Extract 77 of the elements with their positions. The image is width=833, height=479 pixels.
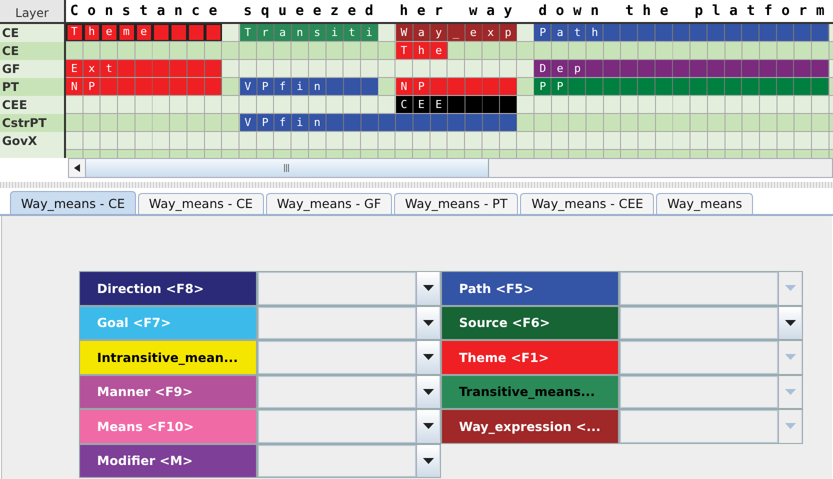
tab[interactable]: Way_means - GF [266, 193, 392, 214]
annotation-span[interactable]: T h e [396, 42, 448, 59]
role-value-field[interactable] [258, 341, 416, 374]
role-value-field[interactable] [258, 410, 416, 442]
grip-icon [284, 164, 290, 172]
annotation-span[interactable]: N P [66, 78, 222, 95]
caret-icon [784, 354, 796, 360]
caret-icon [784, 285, 796, 292]
role-value-field[interactable] [620, 306, 778, 339]
annotation-span[interactable]: P P [534, 78, 830, 95]
horizontal-scrollbar[interactable] [68, 158, 833, 178]
role-label[interactable]: Way_expression <... [442, 410, 620, 442]
scroll-left-button[interactable] [69, 159, 86, 177]
role-label[interactable]: Transitive_means... [442, 376, 620, 408]
caret-icon [784, 388, 796, 395]
dropdown-button[interactable] [416, 272, 439, 304]
caret-icon [422, 388, 434, 395]
sentence-word: p l a t f o r m [694, 2, 825, 21]
role-value-field[interactable] [620, 376, 778, 408]
layer-label: CstrPT [0, 114, 66, 132]
annotation-span[interactable]: W a y _ e x p [396, 24, 518, 41]
role-value-field[interactable] [258, 306, 416, 339]
annotation-span[interactable]: T r a n s i t i [240, 24, 378, 41]
tab[interactable]: Way_means [656, 193, 754, 214]
dropdown-button[interactable] [416, 376, 439, 408]
caret-icon [422, 458, 434, 464]
scrollbar-thumb[interactable] [86, 159, 489, 177]
tab[interactable]: Way_means - PT [394, 193, 518, 214]
sentence-word: s q u e e z e d [242, 2, 374, 21]
role-label[interactable]: Intransitive_mean... [80, 341, 258, 374]
role-value-field[interactable] [258, 272, 416, 304]
role-label[interactable]: Modifier <M> [80, 444, 258, 477]
layer-label: CE [0, 42, 66, 60]
annotation-span[interactable]: T h e m e [66, 24, 222, 41]
column-header: Layer [0, 0, 66, 22]
caret-icon [422, 354, 434, 360]
annotation-span[interactable]: E x t [66, 60, 222, 77]
annotation-span[interactable]: V P f i n [240, 114, 518, 131]
left-arrow-icon [74, 164, 80, 172]
tab[interactable]: Way_means - CE [138, 193, 264, 214]
layer-label: PT [0, 78, 66, 96]
role-label[interactable]: Direction <F8> [80, 272, 258, 304]
layer-label: CE [0, 24, 66, 42]
annotation-span[interactable]: P a t h [534, 24, 830, 41]
annotation-span[interactable]: V P f i n [240, 78, 378, 95]
dropdown-button[interactable] [416, 410, 439, 442]
dropdown-button[interactable] [416, 341, 439, 374]
role-label[interactable]: Path <F5> [442, 272, 620, 304]
sentence-word: C o n s t a n c e [69, 2, 218, 21]
sentence-word: t h e [624, 2, 669, 21]
tab[interactable]: Way_means - CE [10, 191, 136, 214]
layer-label: GF [0, 60, 66, 78]
caret-icon [784, 320, 796, 326]
sentence-word: h e r [398, 2, 444, 21]
role-value-field[interactable] [620, 410, 778, 442]
sentence-word: d o w n [537, 2, 600, 21]
dropdown-button[interactable] [416, 306, 439, 339]
layer-label: CEE [0, 96, 66, 114]
role-label[interactable]: Theme <F1> [442, 341, 620, 374]
caret-icon [422, 320, 434, 326]
sentence-word: w a y [468, 2, 512, 21]
role-value-field[interactable] [258, 444, 416, 477]
role-value-field[interactable] [620, 272, 778, 304]
tab[interactable]: Way_means - CEE [520, 193, 654, 214]
role-label[interactable]: Manner <F9> [80, 376, 258, 408]
annotation-span[interactable]: N P [396, 78, 518, 95]
caret-icon [784, 423, 796, 430]
annotation-span[interactable]: D e p [534, 60, 830, 77]
role-value-field[interactable] [258, 376, 416, 408]
role-label[interactable]: Source <F6> [442, 306, 620, 339]
layer-label: GovX [0, 132, 66, 150]
dropdown-button[interactable] [778, 306, 801, 339]
caret-icon [422, 423, 434, 430]
dropdown-button[interactable] [416, 444, 439, 477]
caret-icon [422, 285, 434, 292]
role-value-field[interactable] [620, 341, 778, 374]
annotation-span[interactable]: C E E [396, 96, 518, 113]
